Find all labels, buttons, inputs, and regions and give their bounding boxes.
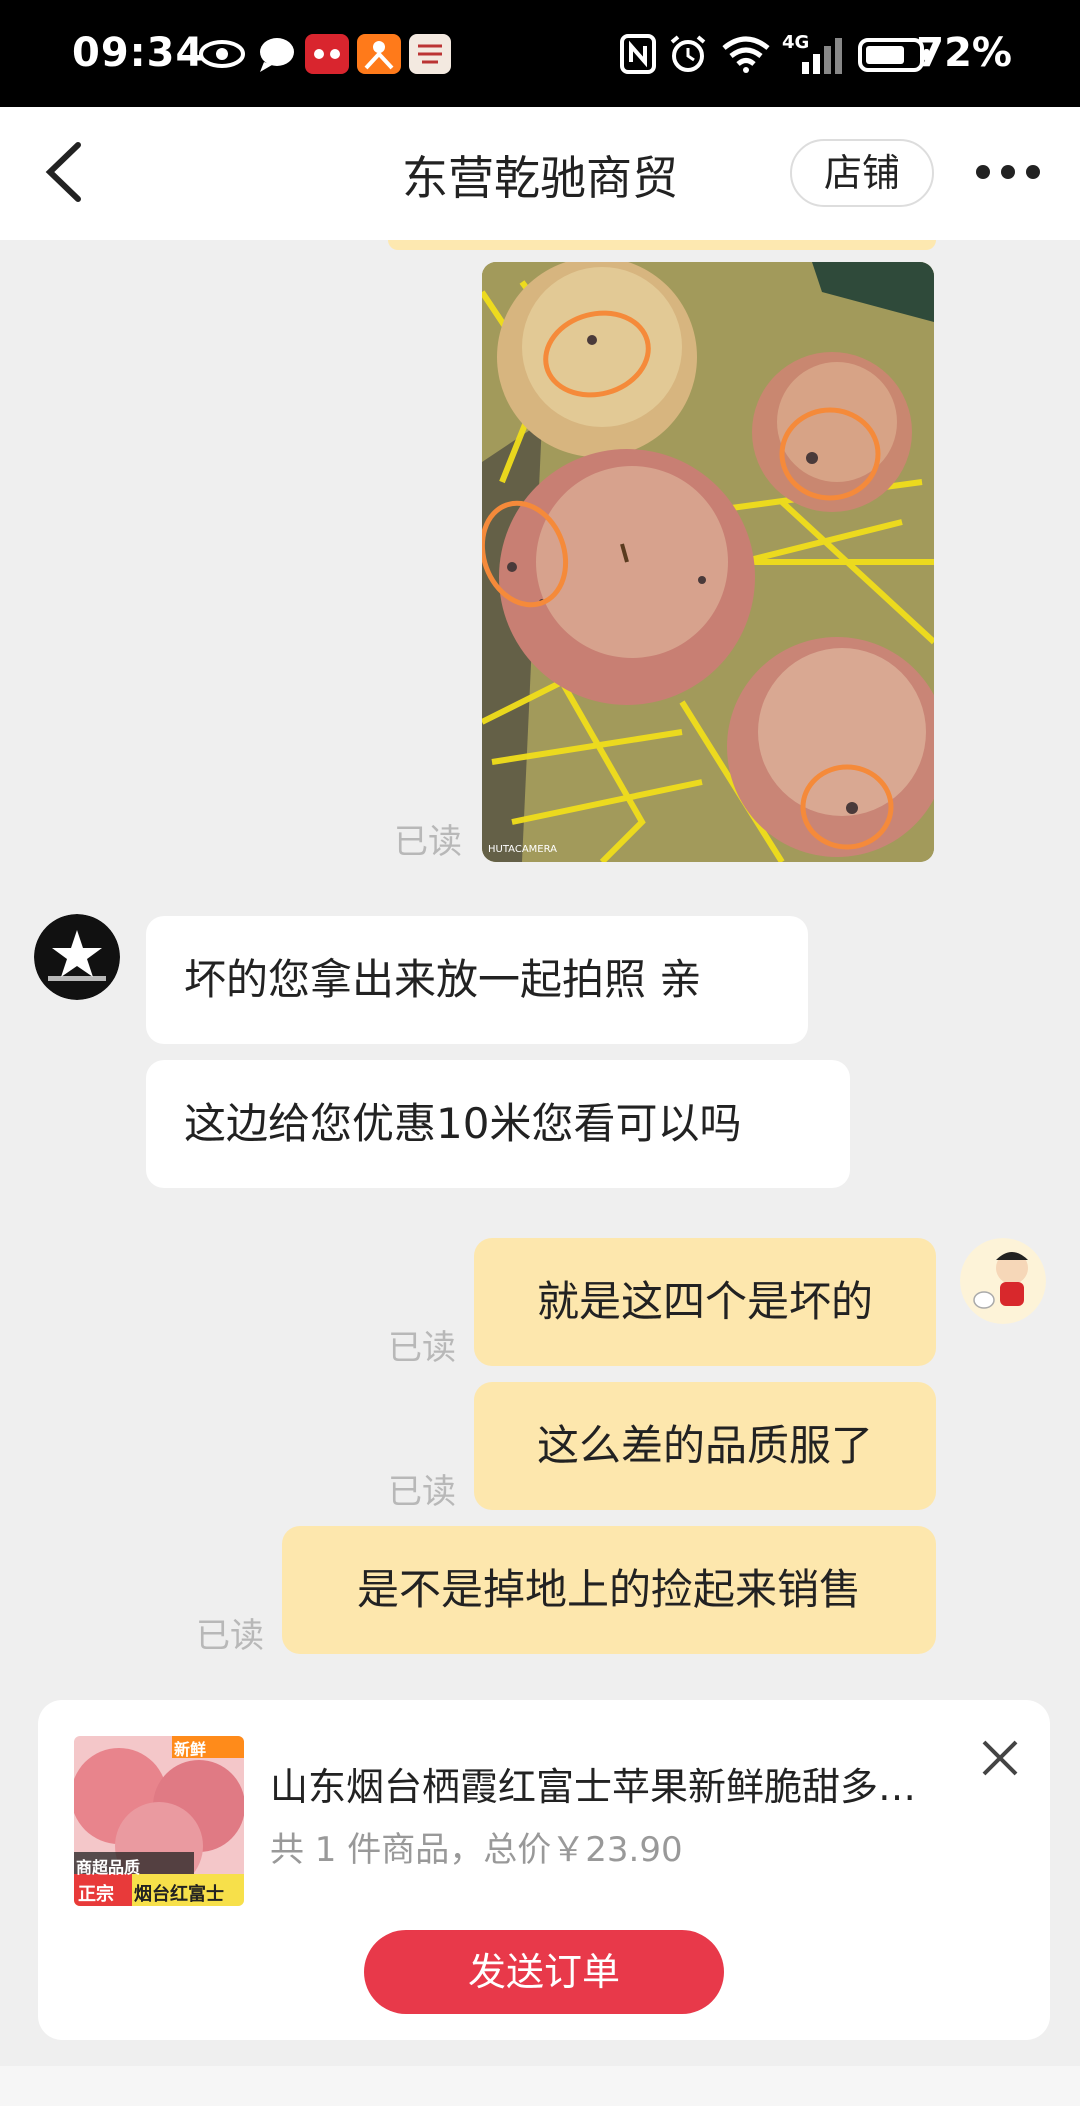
seller-message: 坏的您拿出来放一起拍照 亲 <box>146 916 808 1044</box>
alarm-icon <box>670 35 706 72</box>
svg-text:HUTACAMERA: HUTACAMERA <box>488 844 557 855</box>
app-icon <box>357 34 401 74</box>
shop-button[interactable]: 店铺 <box>790 139 934 207</box>
nfc-icon <box>620 34 656 74</box>
label-origin: 烟台红富士 <box>134 1884 224 1905</box>
wu-icon <box>409 34 451 74</box>
status-bar: 09:34 4G 72% <box>0 0 1080 107</box>
input-bar[interactable] <box>0 2066 1080 2106</box>
product-title[interactable]: 山东烟台栖霞红富士苹果新鲜脆甜多… <box>270 1756 990 1811</box>
order-card[interactable]: 新鲜 商超品质 正宗 烟台红富士 山东烟台栖霞红富士苹果新鲜脆甜多… 共 1 件… <box>38 1700 1050 2040</box>
chat-header: 东营乾驰商贸 店铺 <box>0 107 1080 240</box>
chat-area[interactable]: HUTACAMERA 已读 坏的您拿出来放一起拍照 亲 这边给您优惠10米您看可… <box>0 240 1080 1700</box>
wifi-icon <box>722 36 770 73</box>
more-menu-icon[interactable] <box>976 165 1040 181</box>
previous-message-bubble <box>388 240 936 250</box>
buyer-message: 就是这四个是坏的 <box>474 1238 936 1366</box>
signal-icon <box>802 38 842 74</box>
buyer-message: 是不是掉地上的捡起来销售 <box>282 1526 936 1654</box>
label-genuine: 正宗 <box>78 1884 114 1905</box>
seller-message: 这边给您优惠10米您看可以吗 <box>146 1060 850 1188</box>
eye-icon <box>199 40 245 68</box>
buyer-message: 这么差的品质服了 <box>474 1382 936 1510</box>
order-summary: 共 1 件商品，总价￥23.90 <box>270 1830 683 1870</box>
badge-new: 新鲜 <box>174 1740 207 1759</box>
read-receipt: 已读 <box>388 1328 456 1368</box>
buyer-avatar[interactable] <box>960 1238 1046 1324</box>
send-order-button[interactable]: 发送订单 <box>364 1930 724 2014</box>
battery-level: 72% <box>916 30 1012 76</box>
close-icon[interactable] <box>978 1736 1022 1780</box>
status-time: 09:34 <box>72 30 205 76</box>
product-thumbnail[interactable]: 新鲜 商超品质 正宗 烟台红富士 <box>74 1736 244 1906</box>
chat-icon <box>260 38 294 72</box>
label-quality: 商超品质 <box>76 1858 141 1877</box>
read-receipt: 已读 <box>196 1616 264 1656</box>
seller-avatar[interactable] <box>34 914 120 1000</box>
read-receipt: 已读 <box>394 822 462 862</box>
tmall-icon <box>305 34 349 74</box>
read-receipt: 已读 <box>388 1472 456 1512</box>
apple-photo-message[interactable]: HUTACAMERA <box>482 262 934 862</box>
